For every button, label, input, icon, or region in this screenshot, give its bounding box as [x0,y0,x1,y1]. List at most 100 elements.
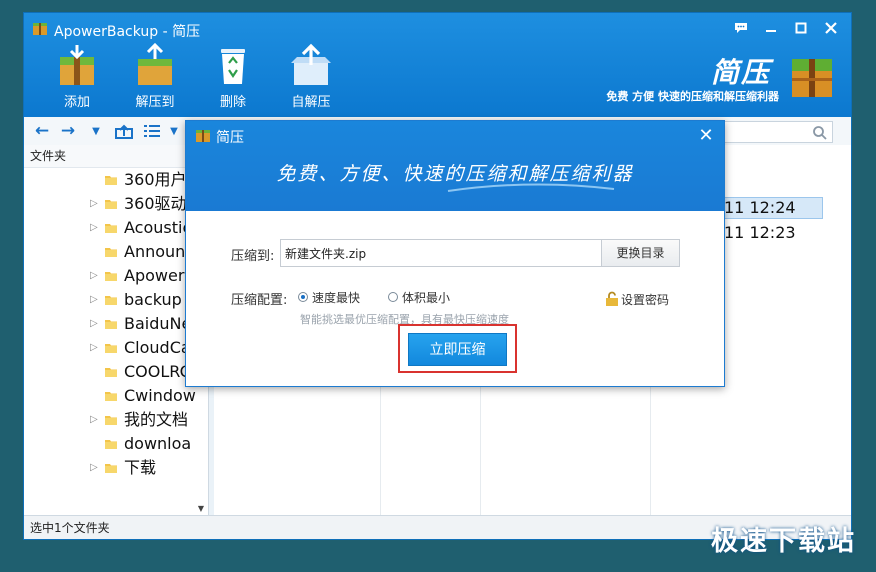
folder-icon [105,440,117,449]
target-label: 压缩到: [231,249,275,264]
compress-dialog: 简压 ✕ 免费、方便、快速的压缩和解压缩利器 压缩到: 更换目录 压缩配置: 速… [185,120,725,387]
folder-tree: 360用户文 ▷ 360驱动大 ▷ Acoustic Announ ▷ Apowerl ▷ bac… [24,168,208,480]
folder-tree-item[interactable]: 360用户文 [24,168,208,192]
self-extract-button[interactable]: 自解压 [272,43,350,110]
folder-icon [105,392,117,401]
folder-tree-panel: 文件夹 360用户文 ▷ 360驱动大 ▷ Acoustic Announ ▷ Apowerl… [24,145,209,517]
expand-arrow-icon[interactable]: ▷ [90,456,98,480]
search-icon[interactable] [812,125,828,141]
expand-arrow-icon[interactable]: ▷ [90,336,98,360]
search-input[interactable] [721,121,833,143]
forward-arrow-icon[interactable]: → [58,121,78,141]
folder-icon [105,344,117,353]
folder-icon [105,200,117,209]
add-button[interactable]: 添加 [38,43,116,110]
config-label: 压缩配置: [231,293,288,308]
scroll-down-arrow-icon[interactable]: ▼ [198,504,204,513]
dialog-header: 简压 ✕ 免费、方便、快速的压缩和解压缩利器 [186,121,724,211]
dialog-body: 压缩到: 更换目录 压缩配置: 速度最快 体积最小 设置密码 智能挑选最优压缩配… [186,211,724,386]
set-password-link[interactable]: 设置密码 [621,291,669,308]
folder-tree-label: downloa [124,434,192,453]
window-title: ApowerBackup - 简压 [54,24,201,40]
back-arrow-icon[interactable]: ← [32,121,52,141]
expand-arrow-icon[interactable]: ▷ [90,312,98,336]
app-icon [33,23,47,35]
file-date-2: 11 12:23 [724,223,796,242]
expand-arrow-icon[interactable]: ▷ [90,288,98,312]
folder-tree-label: backup [124,290,182,309]
folder-icon [105,272,117,281]
folder-tree-item[interactable]: Announ [24,240,208,264]
dialog-close-icon[interactable]: ✕ [696,125,716,146]
expand-arrow-icon[interactable]: ▷ [90,264,98,288]
folder-tree-label: CloudCa [124,338,191,357]
folder-icon [105,464,117,473]
minimize-icon[interactable] [757,17,785,39]
dialog-app-icon [196,130,210,142]
expand-arrow-icon[interactable]: ▷ [90,216,98,240]
expand-arrow-icon[interactable]: ▷ [90,192,98,216]
close-icon[interactable] [817,17,845,39]
lock-icon[interactable] [605,291,619,307]
option-speed-fastest-label[interactable]: 速度最快 [312,289,360,306]
archive-logo-icon [792,59,832,97]
swoosh-decoration [447,183,615,192]
folder-icon [105,176,117,185]
folder-tree-header: 文件夹 [24,145,208,168]
compress-now-button[interactable]: 立即压缩 [408,333,507,366]
compress-button-highlight: 立即压缩 [398,324,517,373]
view-list-icon[interactable] [142,121,162,141]
up-folder-icon[interactable] [114,121,134,141]
history-dropdown-icon[interactable]: ▼ [86,121,106,141]
folder-tree-item[interactable]: ▷ Acoustic [24,216,208,240]
extract-to-button[interactable]: 解压到 [116,43,194,110]
main-toolbar: 添加 解压到 删除 自解压 [38,43,350,110]
change-directory-button[interactable]: 更换目录 [601,239,680,267]
option-size-smallest-label[interactable]: 体积最小 [402,289,450,306]
folder-tree-label: Announ [124,242,186,261]
folder-tree-label: 下载 [124,458,157,477]
recycle-bin-icon [221,49,245,84]
feedback-icon[interactable] [727,17,755,39]
folder-tree-item[interactable]: ▷ BaiduNe [24,312,208,336]
radio-speed-fastest[interactable] [298,292,308,302]
folder-tree-label: BaiduNe [124,314,192,333]
add-archive-icon [60,45,94,85]
folder-tree-item[interactable]: ▷ Apowerl [24,264,208,288]
brand-slogan: 免费 方便 快速的压缩和解压缩利器 [606,90,779,103]
brand-title: 简压 [710,56,771,89]
window-controls [727,17,845,39]
folder-tree-item[interactable]: ▷ CloudCa [24,336,208,360]
folder-tree-label: Apowerl [124,266,189,285]
folder-tree-item[interactable]: downloa [24,432,208,456]
self-extract-icon [291,43,331,85]
maximize-icon[interactable] [787,17,815,39]
folder-icon [105,416,117,425]
dialog-title: 简压 [216,130,244,146]
extract-icon [138,43,172,85]
target-path-input[interactable] [280,239,602,267]
watermark-text: 极速下载站 [711,526,856,557]
folder-icon [105,296,117,305]
delete-button[interactable]: 删除 [194,43,272,110]
view-dropdown-icon[interactable]: ▼ [164,121,184,141]
expand-arrow-icon[interactable]: ▷ [90,408,98,432]
folder-icon [105,368,117,377]
folder-icon [105,224,117,233]
folder-tree-label: Cwindow [124,386,196,405]
title-bar: ApowerBackup - 简压 添加 解压到 删除 自解压 简压 免费 方便… [24,13,851,117]
folder-tree-item[interactable]: ▷ backup [24,288,208,312]
folder-tree-item[interactable]: Cwindow [24,384,208,408]
folder-tree-item[interactable]: ▷ 360驱动大 [24,192,208,216]
folder-tree-item[interactable]: COOLRC [24,360,208,384]
folder-icon [105,320,117,329]
folder-tree-label: COOLRC [124,362,191,381]
folder-tree-label: Acoustic [124,218,192,237]
radio-size-smallest[interactable] [388,292,398,302]
brand-area: 简压 免费 方便 快速的压缩和解压缩利器 [561,47,841,109]
folder-tree-label: 我的文档 [124,410,189,429]
folder-tree-item[interactable]: ▷ 下载 [24,456,208,480]
folder-icon [105,248,117,257]
folder-tree-item[interactable]: ▷ 我的文档 [24,408,208,432]
file-date-1: 11 12:24 [724,198,796,217]
